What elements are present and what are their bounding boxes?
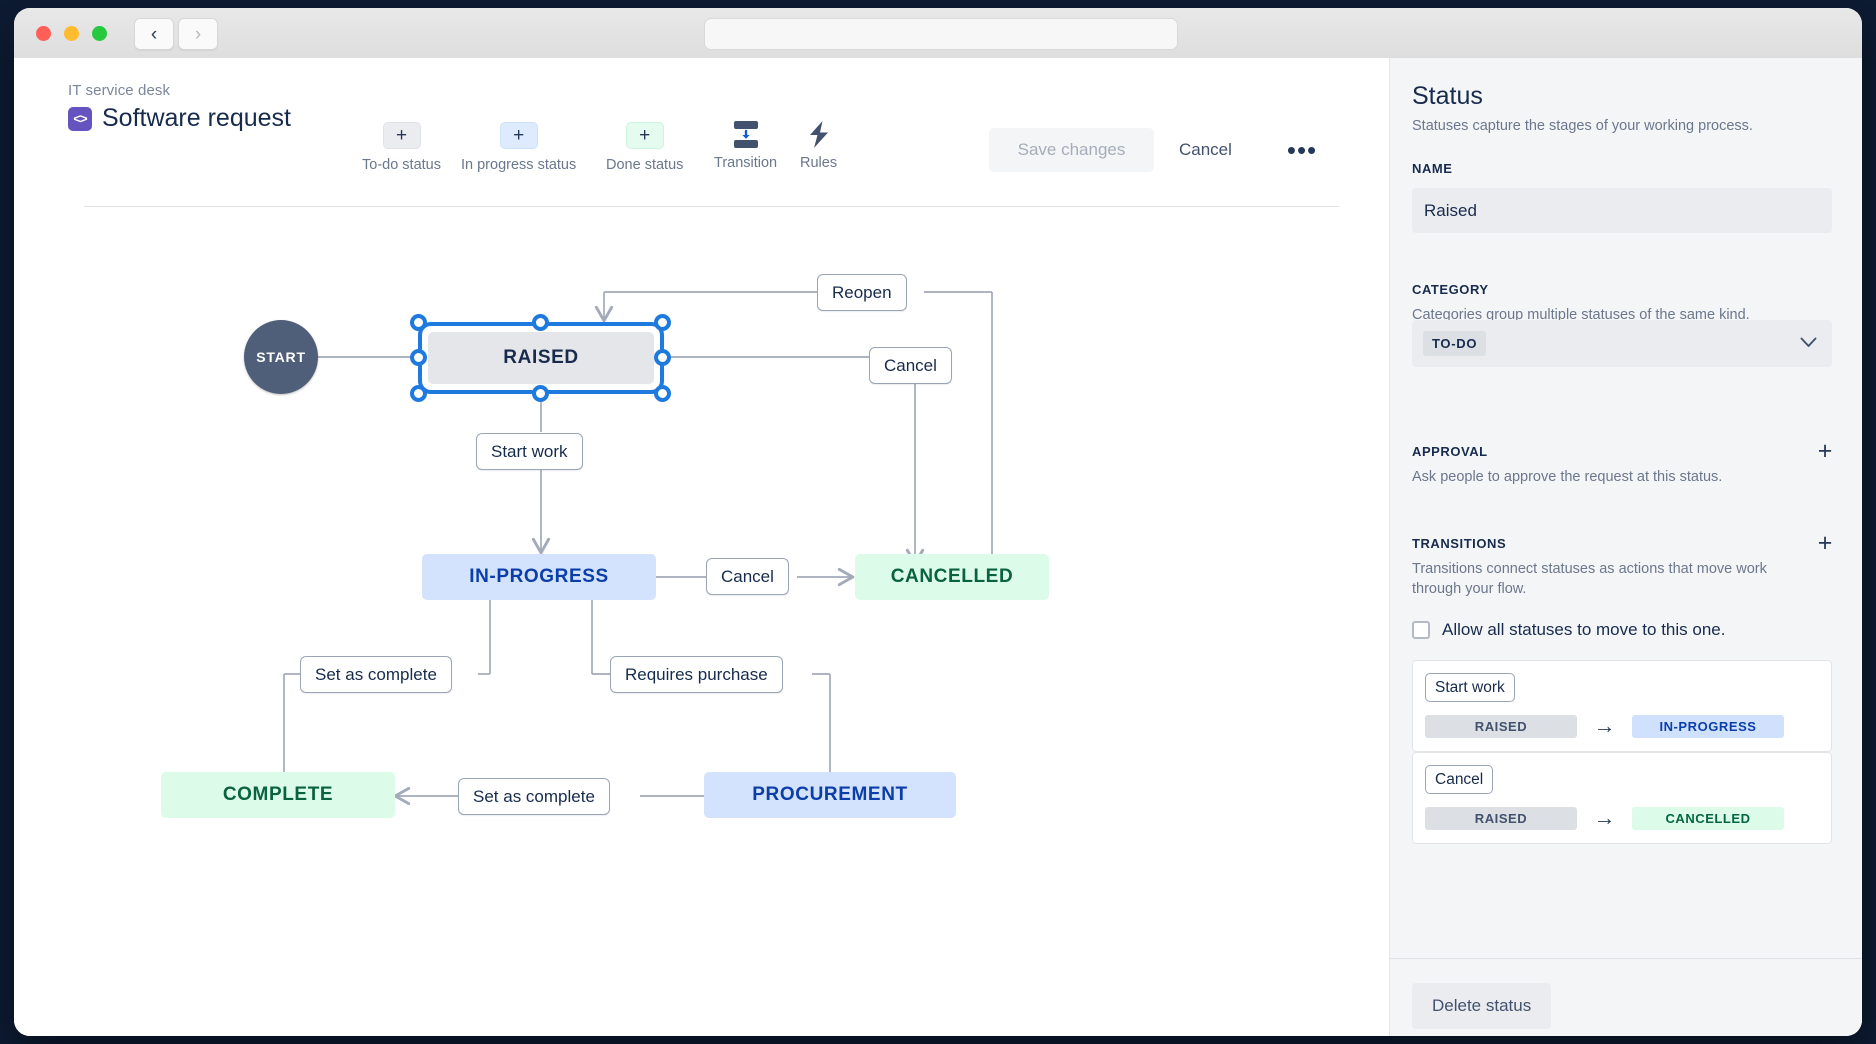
code-brackets-icon: <> xyxy=(68,107,92,131)
add-todo-status-button[interactable]: + To-do status xyxy=(362,122,441,173)
approval-section-desc: Ask people to approve the request at thi… xyxy=(1412,468,1832,488)
category-section-label: CATEGORY xyxy=(1412,282,1489,297)
save-changes-button[interactable]: Save changes xyxy=(989,128,1154,172)
tool-label: In progress status xyxy=(461,157,576,173)
rules-button[interactable]: Rules xyxy=(800,122,837,171)
add-transition-panel-button[interactable]: + xyxy=(1812,530,1838,556)
resize-handle-bottom-right[interactable] xyxy=(654,385,671,402)
project-name: Software request xyxy=(102,104,291,133)
tool-label: To-do status xyxy=(362,157,441,173)
header-divider xyxy=(84,206,1339,207)
transition-label-cancel-from-raised[interactable]: Cancel xyxy=(869,347,952,384)
transition-label-start-work[interactable]: Start work xyxy=(476,433,583,470)
status-details-panel: Status Statuses capture the stages of yo… xyxy=(1389,58,1862,1036)
panel-divider xyxy=(1390,958,1862,959)
resize-handle-top-left[interactable] xyxy=(410,314,427,331)
start-node[interactable]: START xyxy=(244,320,318,394)
transition-card-name[interactable]: Start work xyxy=(1425,673,1515,702)
status-node-in-progress[interactable]: IN-PROGRESS xyxy=(422,554,656,600)
tool-label: Transition xyxy=(714,155,777,171)
plus-icon: + xyxy=(626,122,664,149)
transition-to-status: CANCELLED xyxy=(1632,807,1784,830)
category-value-badge: TO-DO xyxy=(1423,331,1486,356)
breadcrumb[interactable]: IT service desk xyxy=(68,82,170,99)
workflow-connectors xyxy=(14,208,1390,1036)
transition-label-cancel-from-progress[interactable]: Cancel xyxy=(706,558,789,595)
window-titlebar: ‹ › xyxy=(14,8,1862,59)
page-title: <> Software request xyxy=(68,104,291,133)
resize-handle-top-center[interactable] xyxy=(532,314,549,331)
chevron-down-icon xyxy=(1800,335,1817,352)
transition-label-requires-purchase[interactable]: Requires purchase xyxy=(610,656,783,693)
transition-to-status: IN-PROGRESS xyxy=(1632,715,1784,738)
cancel-button[interactable]: Cancel xyxy=(1179,128,1232,172)
transitions-section-label: TRANSITIONS xyxy=(1412,536,1506,551)
address-bar[interactable] xyxy=(704,18,1178,50)
panel-inner: Status Statuses capture the stages of yo… xyxy=(1390,58,1862,1036)
transition-from-status: RAISED xyxy=(1425,715,1577,738)
add-approval-button[interactable]: + xyxy=(1812,438,1838,464)
panel-subtitle: Statuses capture the stages of your work… xyxy=(1412,118,1753,134)
transition-label-reopen[interactable]: Reopen xyxy=(817,274,907,311)
transition-card[interactable]: Cancel RAISED → CANCELLED xyxy=(1412,752,1832,844)
plus-icon: + xyxy=(500,122,538,149)
transition-label-set-as-complete-from-procurement[interactable]: Set as complete xyxy=(458,778,610,815)
transition-icon xyxy=(728,122,764,147)
allow-all-statuses-row[interactable]: Allow all statuses to move to this one. xyxy=(1412,620,1725,640)
tool-label: Done status xyxy=(606,157,683,173)
chevron-left-icon: ‹ xyxy=(151,25,157,44)
delete-status-button[interactable]: Delete status xyxy=(1412,983,1551,1029)
plus-icon: + xyxy=(383,122,421,149)
approval-section-label: APPROVAL xyxy=(1412,444,1488,459)
add-in-progress-status-button[interactable]: + In progress status xyxy=(461,122,576,173)
transition-card-name[interactable]: Cancel xyxy=(1425,765,1493,794)
more-options-icon[interactable]: ••• xyxy=(1282,128,1322,172)
browser-forward-button[interactable]: › xyxy=(178,18,218,50)
minimize-window-button[interactable] xyxy=(64,26,79,41)
status-node-cancelled[interactable]: CANCELLED xyxy=(855,554,1049,600)
transition-card[interactable]: Start work RAISED → IN-PROGRESS xyxy=(1412,660,1832,752)
workflow-editor-main: IT service desk <> Software request + To… xyxy=(14,58,1390,1036)
status-node-complete[interactable]: COMPLETE xyxy=(161,772,395,818)
name-section-label: NAME xyxy=(1412,161,1452,176)
lightning-bolt-icon xyxy=(801,122,837,147)
app-window: ‹ › IT service desk <> Software request … xyxy=(14,8,1862,1036)
maximize-window-button[interactable] xyxy=(92,26,107,41)
resize-handle-middle-left[interactable] xyxy=(410,349,427,366)
status-name-input[interactable]: Raised xyxy=(1412,188,1832,233)
browser-back-button[interactable]: ‹ xyxy=(134,18,174,50)
panel-title: Status xyxy=(1412,82,1483,111)
add-transition-button[interactable]: Transition xyxy=(714,122,777,171)
resize-handle-middle-right[interactable] xyxy=(654,349,671,366)
status-node-procurement[interactable]: PROCUREMENT xyxy=(704,772,956,818)
arrow-right-icon: → xyxy=(1577,805,1632,831)
workflow-canvas[interactable]: START RAISED IN-PROGRESS CANCELLED COMPL… xyxy=(14,208,1390,1036)
arrow-right-icon: → xyxy=(1577,713,1632,739)
tool-label: Rules xyxy=(800,155,837,171)
transition-card-flow: RAISED → CANCELLED xyxy=(1425,805,1784,831)
app-content: IT service desk <> Software request + To… xyxy=(14,58,1862,1036)
transitions-section-desc: Transitions connect statuses as actions … xyxy=(1412,560,1812,599)
resize-handle-bottom-center[interactable] xyxy=(532,385,549,402)
status-node-raised[interactable]: RAISED xyxy=(428,332,654,384)
allow-all-statuses-checkbox[interactable] xyxy=(1412,621,1430,639)
allow-all-statuses-label: Allow all statuses to move to this one. xyxy=(1442,620,1725,640)
transition-card-flow: RAISED → IN-PROGRESS xyxy=(1425,713,1784,739)
chevron-right-icon: › xyxy=(195,25,201,44)
resize-handle-bottom-left[interactable] xyxy=(410,385,427,402)
add-done-status-button[interactable]: + Done status xyxy=(606,122,683,173)
transition-label-set-as-complete-from-progress[interactable]: Set as complete xyxy=(300,656,452,693)
close-window-button[interactable] xyxy=(36,26,51,41)
transition-from-status: RAISED xyxy=(1425,807,1577,830)
category-select[interactable]: TO-DO xyxy=(1412,320,1832,367)
resize-handle-top-right[interactable] xyxy=(654,314,671,331)
